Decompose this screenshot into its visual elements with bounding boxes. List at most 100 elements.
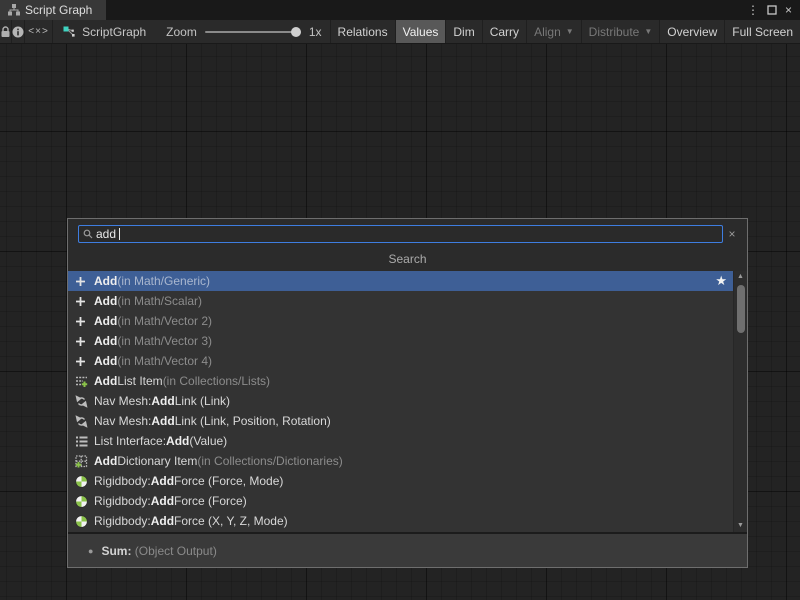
row-text-normal: Force (Force) [174, 491, 247, 511]
row-text-dim: (in Collections/Dictionaries) [197, 451, 342, 471]
code-preview-icon[interactable]: <×> [25, 20, 53, 43]
finder-row[interactable]: Nav Mesh: Add Link (Link) [68, 391, 747, 411]
toolbar-button-carry[interactable]: Carry [482, 20, 526, 43]
finder-row[interactable]: Add List Item (in Collections/Lists) [68, 371, 747, 391]
footer-output-name: Sum: [101, 544, 131, 558]
row-text-normal: Rigidbody: [94, 511, 151, 531]
plus-icon [75, 296, 91, 307]
row-text-normal: Nav Mesh: [94, 411, 151, 431]
row-text-bold: Add [151, 471, 174, 491]
row-text-bold: Add [151, 491, 174, 511]
tab-bar: Script Graph ⋮ × [0, 0, 800, 20]
row-text-normal: Force (X, Y, Z, Mode) [174, 511, 288, 531]
row-text-normal: Rigidbody: [94, 491, 151, 511]
tab-title: Script Graph [25, 3, 92, 17]
row-text-bold: Add [94, 271, 117, 291]
row-text-dim: (in Math/Scalar) [117, 291, 202, 311]
finder-row[interactable]: Add Dictionary Item (in Collections/Dict… [68, 451, 747, 471]
plus-icon [75, 356, 91, 367]
finder-row[interactable]: Add (in Math/Vector 2) [68, 311, 747, 331]
scrollbar[interactable]: ▲ ▼ [733, 271, 747, 532]
scroll-up-icon[interactable]: ▲ [737, 271, 744, 283]
row-text-dim: (in Collections/Lists) [163, 371, 270, 391]
chevron-down-icon: ▼ [566, 27, 574, 36]
row-text-bold: Add [94, 311, 117, 331]
row-text-bold: Add [94, 331, 117, 351]
favorite-star-icon[interactable]: ★ [715, 271, 727, 291]
row-text-normal: Rigidbody: [94, 471, 151, 491]
toolbar-button-align[interactable]: Align▼ [526, 20, 581, 43]
zoom-value: 1x [309, 25, 322, 39]
row-text-bold: Add [151, 391, 174, 411]
row-text-normal: Dictionary Item [117, 451, 197, 471]
plus-icon [75, 316, 91, 327]
toolbar-button-overview[interactable]: Overview [659, 20, 724, 43]
plus-icon [75, 336, 91, 347]
rigidbody-icon [75, 495, 91, 508]
toolbar-button-distribute[interactable]: Distribute▼ [581, 20, 660, 43]
row-text-bold: Add [94, 451, 117, 471]
finder-row[interactable]: List Interface: Add (Value) [68, 431, 747, 451]
footer-output-type: (Object Output) [135, 544, 217, 558]
row-text-bold: Add [94, 291, 117, 311]
search-icon [83, 229, 93, 239]
graph-canvas[interactable]: add × Search Add (in Math/Generic)★Add (… [0, 44, 800, 600]
row-text-normal: Force (Force, Mode) [174, 471, 283, 491]
output-port-dot-icon: ● [88, 546, 93, 556]
info-icon[interactable] [12, 20, 25, 43]
zoom-slider-handle[interactable] [291, 27, 301, 37]
row-text-normal: (Value) [189, 431, 227, 451]
zoom-slider[interactable] [205, 31, 301, 33]
close-icon[interactable]: × [785, 0, 792, 20]
toolbar-button-dim[interactable]: Dim [445, 20, 481, 43]
finder-header: Search [68, 249, 747, 271]
row-text-bold: Add [94, 371, 117, 391]
unity-window: Script Graph ⋮ × <×> ScriptGraph Zoom 1x… [0, 0, 800, 600]
clear-search-icon[interactable]: × [723, 227, 741, 241]
list-icon [75, 435, 91, 448]
results-list: Add (in Math/Generic)★Add (in Math/Scala… [68, 271, 747, 532]
scrollbar-thumb[interactable] [737, 285, 745, 333]
nav-mesh-icon [75, 415, 91, 428]
finder-row[interactable]: Add (in Math/Generic) ★ [68, 271, 747, 291]
add-list-item-icon [75, 375, 91, 388]
zoom-label: Zoom [166, 25, 197, 39]
search-input[interactable]: add [78, 225, 723, 243]
search-row: add × [68, 219, 747, 249]
row-text-bold: Add [166, 431, 189, 451]
row-text-dim: (in Math/Vector 4) [117, 351, 212, 371]
row-text-bold: Add [94, 351, 117, 371]
zoom-control: Zoom 1x [158, 20, 329, 43]
row-text-bold: Add [151, 511, 174, 531]
toolbar-button-full-screen[interactable]: Full Screen [724, 20, 800, 43]
finder-row[interactable]: Rigidbody: Add Force (Force, Mode) [68, 471, 747, 491]
graph-breadcrumb[interactable]: ScriptGraph [53, 20, 158, 43]
maximize-icon[interactable] [767, 5, 777, 15]
finder-footer: ● Sum: (Object Output) [68, 532, 747, 567]
window-controls: ⋮ × [747, 0, 800, 20]
fuzzy-finder-dialog: add × Search Add (in Math/Generic)★Add (… [67, 218, 748, 568]
rigidbody-icon [75, 475, 91, 488]
scroll-down-icon[interactable]: ▼ [737, 520, 744, 532]
toolbar-buttons: RelationsValuesDimCarryAlign▼Distribute▼… [330, 20, 800, 43]
plus-icon [75, 276, 91, 287]
row-text-dim: (in Math/Vector 3) [117, 331, 212, 351]
finder-row[interactable]: Rigidbody: Add Force (Force) [68, 491, 747, 511]
graph-label: ScriptGraph [82, 25, 146, 39]
row-text-normal: List Item [117, 371, 162, 391]
chevron-down-icon: ▼ [644, 27, 652, 36]
toolbar-button-relations[interactable]: Relations [330, 20, 395, 43]
row-text-dim: (in Math/Generic) [117, 271, 210, 291]
row-text-normal: List Interface: [94, 431, 166, 451]
toolbar-button-values[interactable]: Values [395, 20, 446, 43]
finder-row[interactable]: Nav Mesh: Add Link (Link, Position, Rota… [68, 411, 747, 431]
finder-row[interactable]: Add (in Math/Vector 3) [68, 331, 747, 351]
graph-hierarchy-icon [8, 4, 20, 16]
finder-row[interactable]: Add (in Math/Scalar) [68, 291, 747, 311]
row-text-bold: Add [151, 411, 174, 431]
finder-row[interactable]: Rigidbody: Add Force (X, Y, Z, Mode) [68, 511, 747, 531]
tab-script-graph[interactable]: Script Graph [0, 0, 106, 20]
lock-icon[interactable] [0, 20, 12, 43]
menu-icon[interactable]: ⋮ [747, 0, 759, 20]
finder-row[interactable]: Add (in Math/Vector 4) [68, 351, 747, 371]
